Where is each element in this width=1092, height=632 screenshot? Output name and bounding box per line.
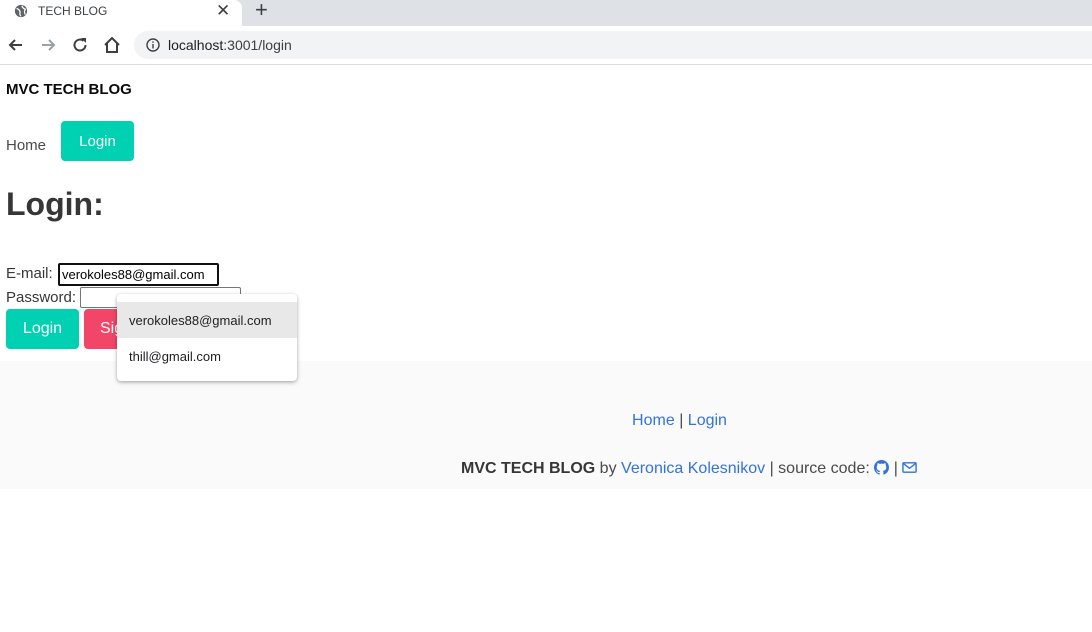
browser-toolbar: localhost:3001/login [0, 26, 1092, 65]
site-brand[interactable]: MVC TECH BLOG [6, 81, 132, 98]
url-path: :3001/login [223, 37, 292, 53]
browser-tab-bar: TECH BLOG ✕ + [0, 0, 1092, 26]
url-text: localhost:3001/login [168, 37, 292, 53]
autofill-option[interactable]: verokoles88@gmail.com [117, 302, 297, 338]
nav-home-link[interactable]: Home [6, 137, 46, 154]
footer-home-link[interactable]: Home [632, 412, 675, 429]
footer-links: Home | Login [0, 412, 1092, 430]
login-button[interactable]: Login [6, 309, 79, 349]
info-icon[interactable] [146, 38, 160, 52]
envelope-icon[interactable] [902, 460, 918, 475]
footer-separator: | [679, 412, 684, 429]
icon-separator: | [893, 460, 898, 477]
footer-by: by [599, 460, 617, 477]
footer-login-link[interactable]: Login [688, 412, 727, 429]
globe-icon [14, 4, 28, 18]
back-arrow-icon[interactable] [6, 35, 26, 55]
forward-arrow-icon[interactable] [38, 35, 58, 55]
tab-title: TECH BLOG [38, 4, 108, 18]
browser-tab[interactable]: TECH BLOG ✕ [0, 0, 242, 26]
source-code-label: | source code: [769, 460, 870, 477]
home-icon[interactable] [102, 35, 122, 55]
reload-icon[interactable] [70, 35, 90, 55]
email-field[interactable] [58, 263, 219, 286]
footer-credit: MVC TECH BLOG by Veronica Kolesnikov | s… [461, 460, 918, 478]
nav-login-button[interactable]: Login [61, 121, 134, 161]
autofill-option[interactable]: thill@gmail.com [117, 338, 297, 374]
author-link[interactable]: Veronica Kolesnikov [621, 460, 765, 477]
page-title: Login: [6, 186, 104, 222]
autofill-dropdown: verokoles88@gmail.com thill@gmail.com [117, 294, 297, 381]
footer-brand: MVC TECH BLOG [461, 460, 596, 477]
new-tab-icon[interactable]: + [255, 0, 268, 23]
email-label: E-mail: [6, 265, 53, 282]
address-bar[interactable]: localhost:3001/login [134, 31, 1092, 59]
url-host: localhost [168, 37, 224, 53]
github-icon[interactable] [874, 460, 890, 475]
password-label: Password: [6, 289, 77, 306]
close-tab-icon[interactable]: ✕ [216, 1, 230, 21]
